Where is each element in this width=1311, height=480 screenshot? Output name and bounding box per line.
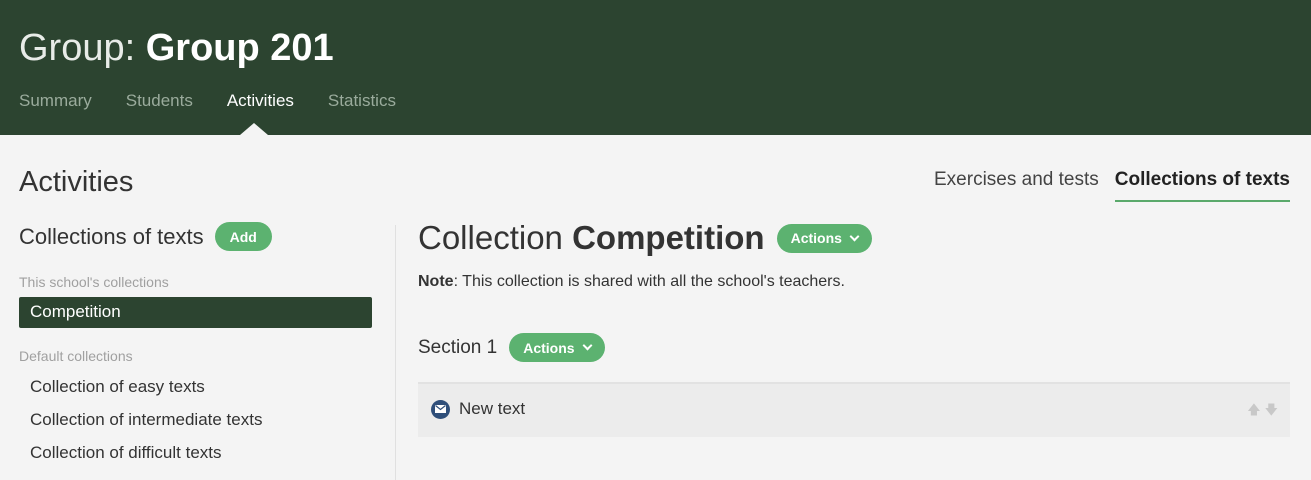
collection-actions-label: Actions bbox=[790, 230, 842, 246]
school-collections-label: This school's collections bbox=[19, 274, 169, 290]
nav-activities[interactable]: Activities bbox=[227, 91, 294, 111]
group-title-name: Group 201 bbox=[145, 27, 334, 69]
group-nav: Summary Students Activities Statistics bbox=[19, 91, 430, 111]
group-title-prefix: Group: bbox=[19, 27, 136, 69]
chevron-down-icon bbox=[849, 231, 860, 241]
activity-type-tabs: Exercises and tests Collections of texts bbox=[918, 168, 1290, 202]
sidebar-heading: Collections of texts bbox=[19, 223, 204, 249]
list-item-text[interactable]: New text bbox=[431, 399, 525, 419]
section-title: Section 1 bbox=[418, 336, 498, 358]
sidebar-heading-row: Collections of texts Add bbox=[19, 222, 373, 251]
note-label: Note bbox=[418, 273, 454, 290]
tab-exercises-and-tests[interactable]: Exercises and tests bbox=[934, 168, 1099, 202]
reorder-arrows: 🡅 🡇 bbox=[1247, 403, 1278, 417]
collection-title-row: Collection Competition Actions bbox=[418, 220, 1290, 256]
text-item-label: New text bbox=[459, 399, 526, 418]
collection-item-intermediate[interactable]: Collection of intermediate texts bbox=[19, 403, 373, 436]
default-collections-label: Default collections bbox=[19, 348, 133, 364]
chevron-down-icon bbox=[582, 340, 593, 351]
section-text-list: New text 🡅 🡇 bbox=[418, 382, 1290, 437]
collections-sidebar: Collections of texts Add This school's c… bbox=[19, 222, 373, 469]
page-title: Activities bbox=[19, 166, 134, 198]
nav-statistics[interactable]: Statistics bbox=[328, 91, 396, 111]
add-collection-button[interactable]: Add bbox=[214, 222, 272, 251]
section-actions-label: Actions bbox=[523, 339, 575, 356]
collection-title: Collection Competition bbox=[418, 220, 765, 256]
nav-summary[interactable]: Summary bbox=[19, 91, 92, 111]
arrow-down-icon[interactable]: 🡇 bbox=[1265, 403, 1278, 417]
collection-note: Note: This collection is shared with all… bbox=[418, 272, 1290, 292]
collection-title-prefix: Collection bbox=[418, 219, 563, 256]
collection-detail: Collection Competition Actions Note: Thi… bbox=[418, 220, 1290, 437]
group-title: Group: Group 201 bbox=[19, 26, 334, 70]
collection-item-competition[interactable]: Competition bbox=[19, 297, 372, 328]
column-divider bbox=[395, 225, 396, 480]
section-header: Section 1 Actions bbox=[418, 333, 1290, 362]
collection-item-easy[interactable]: Collection of easy texts bbox=[19, 370, 373, 403]
section-actions-button[interactable]: Actions bbox=[509, 333, 605, 362]
collection-title-name: Competition bbox=[572, 219, 765, 256]
active-nav-indicator bbox=[240, 123, 268, 135]
nav-students[interactable]: Students bbox=[126, 91, 193, 111]
collection-item-difficult[interactable]: Collection of difficult texts bbox=[19, 436, 373, 469]
envelope-icon bbox=[431, 399, 450, 419]
arrow-up-icon[interactable]: 🡅 bbox=[1247, 403, 1260, 417]
note-text: : This collection is shared with all the… bbox=[453, 273, 845, 290]
page-header: Group: Group 201 Summary Students Activi… bbox=[0, 0, 1311, 135]
tab-collections-of-texts[interactable]: Collections of texts bbox=[1114, 168, 1290, 202]
collection-actions-button[interactable]: Actions bbox=[776, 223, 872, 253]
